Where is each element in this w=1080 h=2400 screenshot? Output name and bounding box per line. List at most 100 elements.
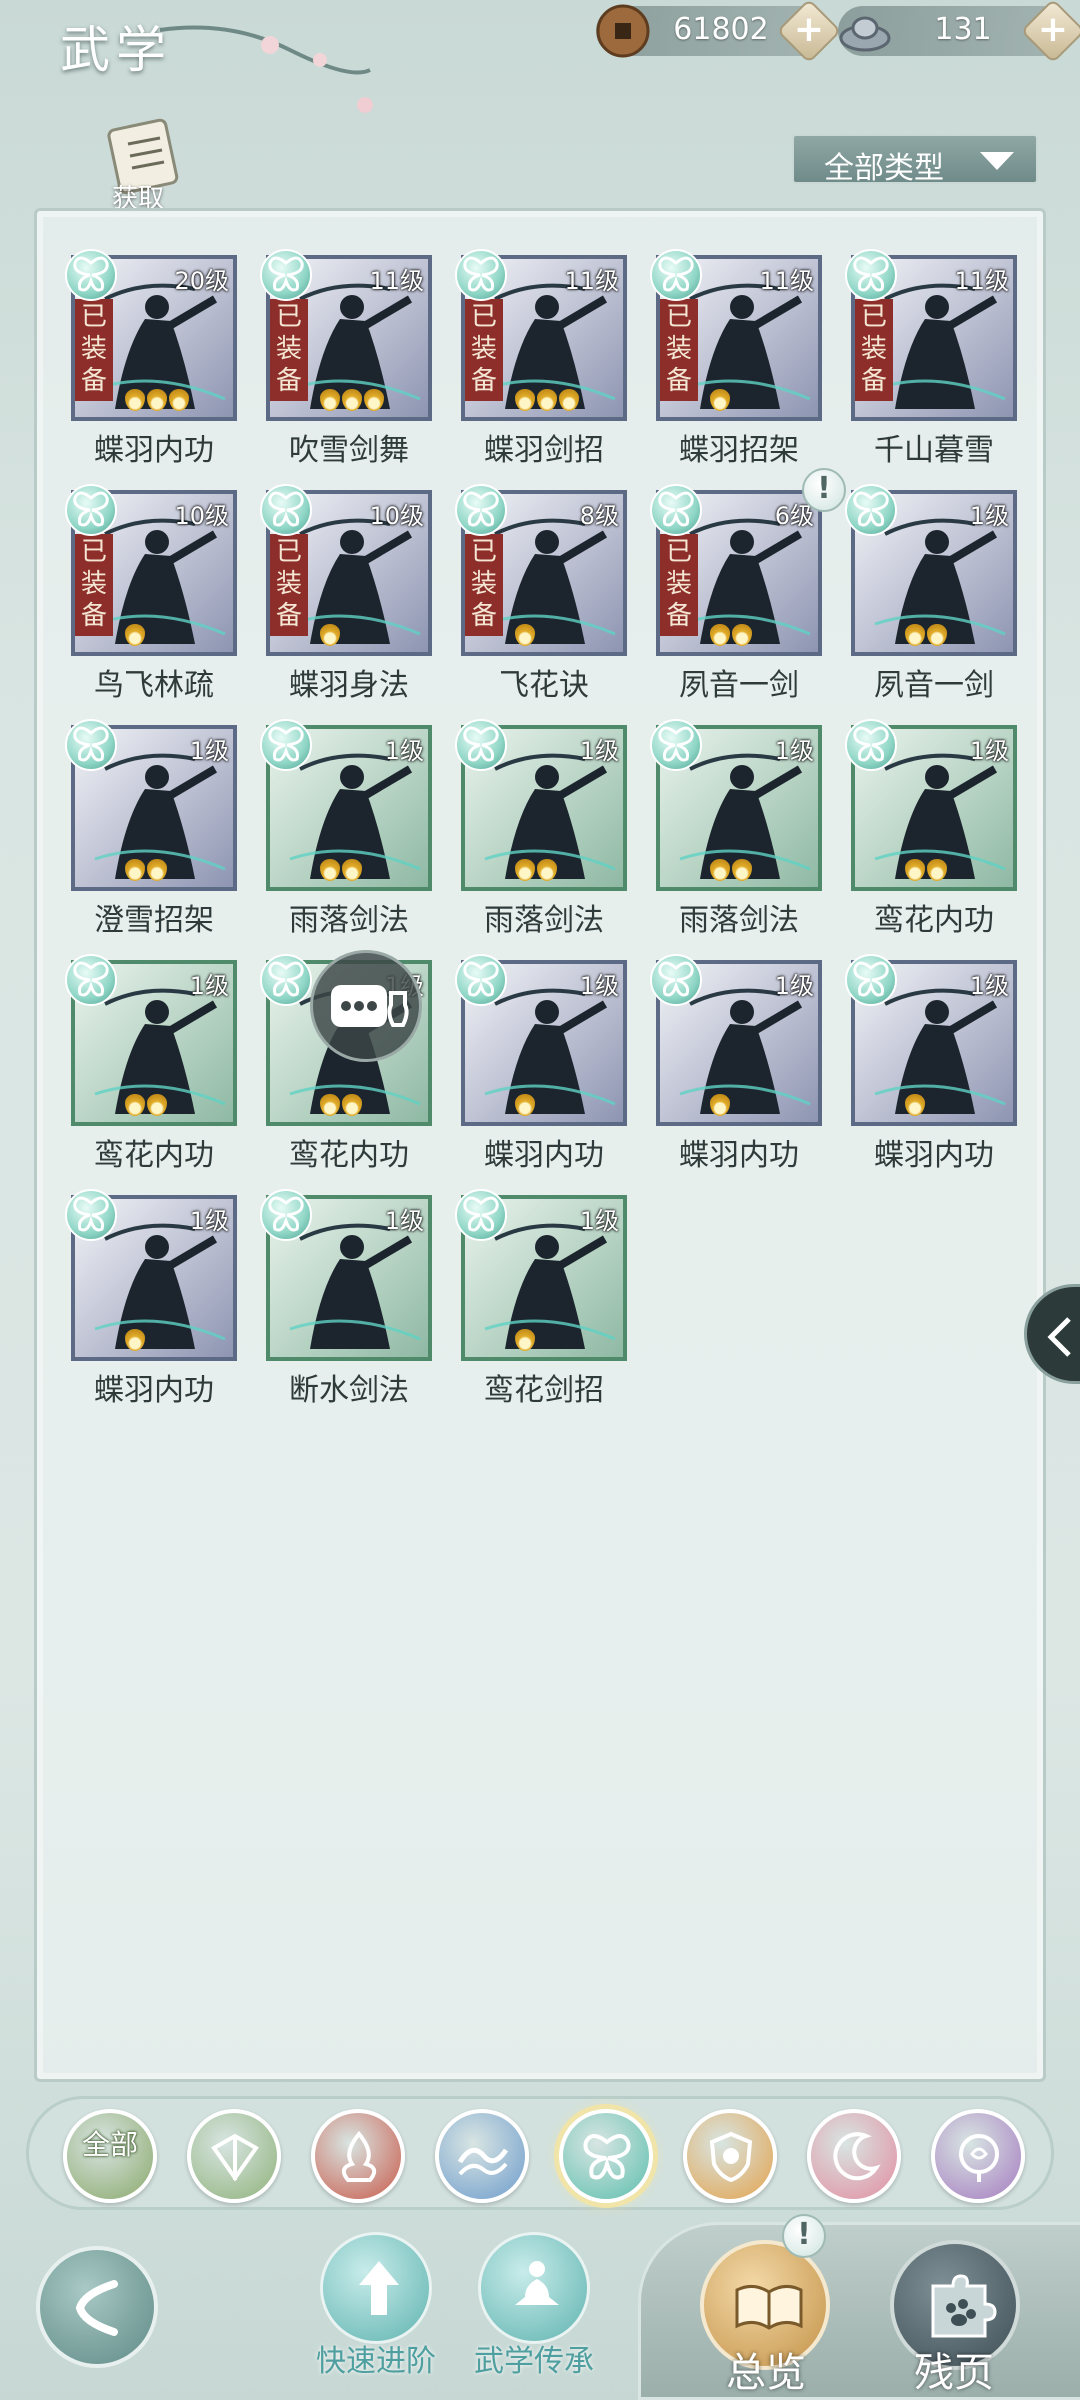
- skill-card[interactable]: 1级 夙音一剑: [845, 484, 1017, 703]
- skill-name: 夙音一剑: [874, 668, 994, 703]
- skill-level: 1级: [774, 737, 814, 765]
- gold-drop-icon: [125, 1094, 145, 1116]
- copper-coin-icon: [596, 4, 650, 58]
- equipped-tag-char: 装: [80, 334, 107, 364]
- equipped-tag-char: 备: [275, 601, 302, 631]
- skill-name: 夙音一剑: [679, 668, 799, 703]
- skill-name: 雨落剑法: [289, 903, 409, 938]
- gold-drop-icon: [125, 859, 145, 881]
- skill-name: 澄雪招架: [94, 903, 214, 938]
- skill-name: 蝶羽内功: [94, 433, 214, 468]
- gold-drop-icon: [515, 624, 535, 646]
- gold-drop-icon: [905, 624, 925, 646]
- skill-name: 雨落剑法: [484, 903, 604, 938]
- skill-card[interactable]: 10级已装备鸟飞林疏: [65, 484, 237, 703]
- coin-amount: 61802: [673, 12, 769, 47]
- skill-name: 飞花诀: [499, 668, 589, 703]
- star-rating: [710, 859, 752, 883]
- butterfly-icon: [583, 2134, 631, 2180]
- skill-name: 雨落剑法: [679, 903, 799, 938]
- butterfly-badge-icon: [260, 484, 312, 536]
- category-flame[interactable]: [311, 2109, 405, 2203]
- fragments-label: 残页: [914, 2350, 994, 2396]
- skill-name: 鸟飞林疏: [94, 668, 214, 703]
- butterfly-badge-icon: [650, 249, 702, 301]
- skill-name: 吹雪剑舞: [289, 433, 409, 468]
- gold-drop-icon: [125, 624, 145, 646]
- skill-card[interactable]: 8级已装备飞花诀: [455, 484, 627, 703]
- butterfly-badge-icon: [845, 484, 897, 536]
- category-moon[interactable]: [807, 2109, 901, 2203]
- flame-icon: [341, 2130, 377, 2182]
- skill-level: 1级: [189, 737, 229, 765]
- star-rating: [320, 624, 340, 648]
- star-rating: [515, 624, 535, 648]
- butterfly-badge-icon: [455, 484, 507, 536]
- star-rating: [320, 389, 384, 413]
- skill-card[interactable]: 1级 鸾花剑招: [455, 1189, 627, 1408]
- skill-name: 千山暮雪: [874, 433, 994, 468]
- skill-card[interactable]: 11级已装备吹雪剑舞: [260, 249, 432, 468]
- type-filter-dropdown[interactable]: 全部类型: [792, 134, 1038, 186]
- skill-card[interactable]: 1级雨落剑法: [260, 719, 432, 938]
- category-rose[interactable]: [931, 2109, 1025, 2203]
- star-rating: [125, 859, 167, 883]
- butterfly-badge-icon: [455, 719, 507, 771]
- back-button[interactable]: [36, 2246, 158, 2368]
- equipped-tag-char: 备: [665, 601, 692, 631]
- gold-drop-icon: [710, 389, 730, 411]
- equipped-tag-char: 已: [665, 537, 692, 567]
- equipped-tag-char: 备: [860, 366, 887, 396]
- skill-card[interactable]: 6级已装备夙音一剑!: [650, 468, 846, 703]
- skill-card[interactable]: 1级 蝶羽内功: [650, 954, 822, 1173]
- plus-icon: +: [1037, 9, 1069, 50]
- overview-alert-icon: !: [782, 2214, 826, 2258]
- star-rating: [320, 859, 362, 883]
- skill-card[interactable]: 11级已装备蝶羽剑招: [455, 249, 627, 468]
- butterfly-badge-icon: [650, 954, 702, 1006]
- equipped-tag-char: 装: [470, 569, 497, 599]
- category-all[interactable]: 全部: [63, 2109, 157, 2203]
- category-bar: 全部: [26, 2096, 1054, 2210]
- skill-level: 1级: [384, 737, 424, 765]
- chat-bubble-button[interactable]: [310, 950, 422, 1062]
- skill-card[interactable]: 1级 蝶羽内功: [65, 1189, 237, 1408]
- butterfly-badge-icon: [65, 1189, 117, 1241]
- butterfly-badge-icon: [260, 954, 312, 1006]
- skill-card[interactable]: 1级 雨落剑法: [455, 719, 627, 938]
- equipped-tag: 已装备: [660, 534, 698, 636]
- star-rating: [515, 1329, 535, 1353]
- equipped-tag-char: 装: [470, 334, 497, 364]
- gold-drop-icon: [537, 389, 557, 411]
- category-butterfly[interactable]: [559, 2109, 653, 2203]
- category-sword-gu[interactable]: [187, 2109, 281, 2203]
- skill-card[interactable]: 10级已装备蝶羽身法: [260, 484, 432, 703]
- skill-card[interactable]: 1级 蝶羽内功: [455, 954, 627, 1173]
- gold-drop-icon: [732, 859, 752, 881]
- skill-card[interactable]: 11级已装备千山暮雪: [845, 249, 1017, 468]
- quick-advance-button[interactable]: 快速进阶: [306, 2232, 446, 2382]
- gold-drop-icon: [147, 1094, 167, 1116]
- category-shield[interactable]: [683, 2109, 777, 2203]
- caret-down-icon: [980, 152, 1014, 170]
- gold-drop-icon: [927, 859, 947, 881]
- skill-card[interactable]: 1级 断水剑法: [260, 1189, 432, 1408]
- skill-card[interactable]: 1级鸾花内功: [65, 954, 237, 1173]
- skill-card[interactable]: 11级已装备蝶羽招架: [650, 249, 822, 468]
- add-silver-button[interactable]: +: [1020, 0, 1080, 64]
- add-coins-button[interactable]: +: [776, 0, 842, 64]
- star-rating: [710, 1094, 730, 1118]
- skill-card[interactable]: 1级鸾花内功: [845, 719, 1017, 938]
- category-wave[interactable]: [435, 2109, 529, 2203]
- skill-name: 鸾花内功: [289, 1138, 409, 1173]
- gold-drop-icon: [342, 1094, 362, 1116]
- skill-card[interactable]: 1级雨落剑法: [650, 719, 822, 938]
- skill-card[interactable]: 1级澄雪招架: [65, 719, 237, 938]
- skill-card[interactable]: 20级已装备蝶羽内功: [65, 249, 237, 468]
- inheritance-button[interactable]: 武学传承: [464, 2232, 604, 2382]
- butterfly-badge-icon: [65, 249, 117, 301]
- skills-panel: 20级已装备蝶羽内功 11级已装备吹雪剑舞 11级已装备蝶羽剑招 11级已装备蝶羽招架…: [34, 208, 1046, 2082]
- skill-card[interactable]: 1级 蝶羽内功: [845, 954, 1017, 1173]
- open-book-icon: [735, 2285, 803, 2330]
- gold-drop-icon: [732, 624, 752, 646]
